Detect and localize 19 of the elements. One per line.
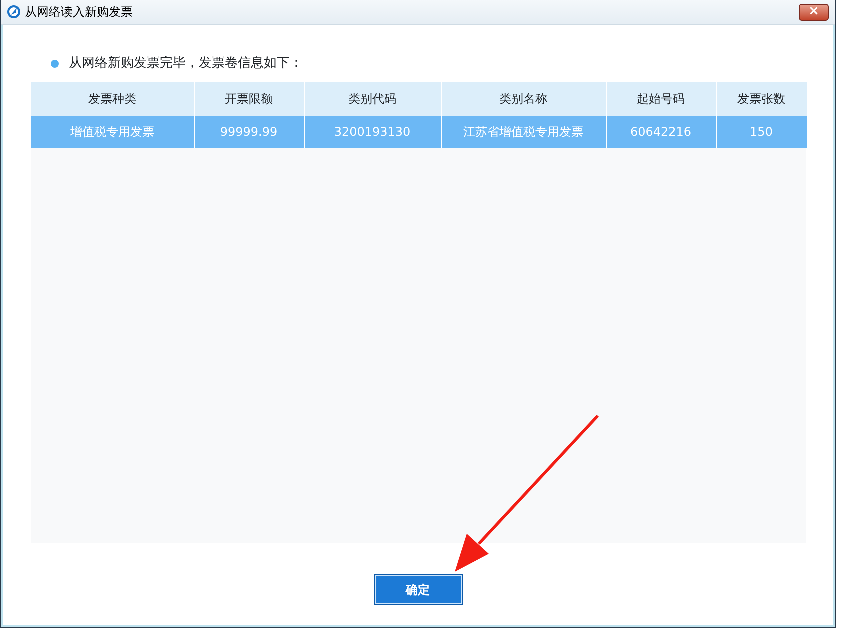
- app-icon: [7, 5, 21, 19]
- window-title: 从网络读入新购发票: [25, 4, 133, 21]
- column-header: 类别名称: [441, 82, 606, 116]
- table-cell: 60642216: [606, 116, 716, 148]
- table-cell: 150: [716, 116, 807, 148]
- bullet-icon: [51, 60, 59, 68]
- table-cell: 3200193130: [304, 116, 441, 148]
- table-cell: 江苏省增值税专用发票: [441, 116, 606, 148]
- close-button[interactable]: ×: [799, 4, 829, 20]
- column-header: 发票种类: [31, 82, 194, 116]
- message-text: 从网络新购发票完毕，发票卷信息如下：: [69, 54, 303, 73]
- column-header: 起始号码: [606, 82, 716, 116]
- confirm-button[interactable]: 确定: [374, 574, 462, 605]
- table-cell: 增值税专用发票: [31, 116, 194, 148]
- table-row[interactable]: 增值税专用发票 99999.99 3200193130 江苏省增值税专用发票 60642216 150: [31, 116, 807, 148]
- column-header: 类别代码: [304, 82, 441, 116]
- table-cell: 99999.99: [194, 116, 304, 148]
- column-header: 发票张数: [716, 82, 807, 116]
- column-header: 开票限额: [194, 82, 304, 116]
